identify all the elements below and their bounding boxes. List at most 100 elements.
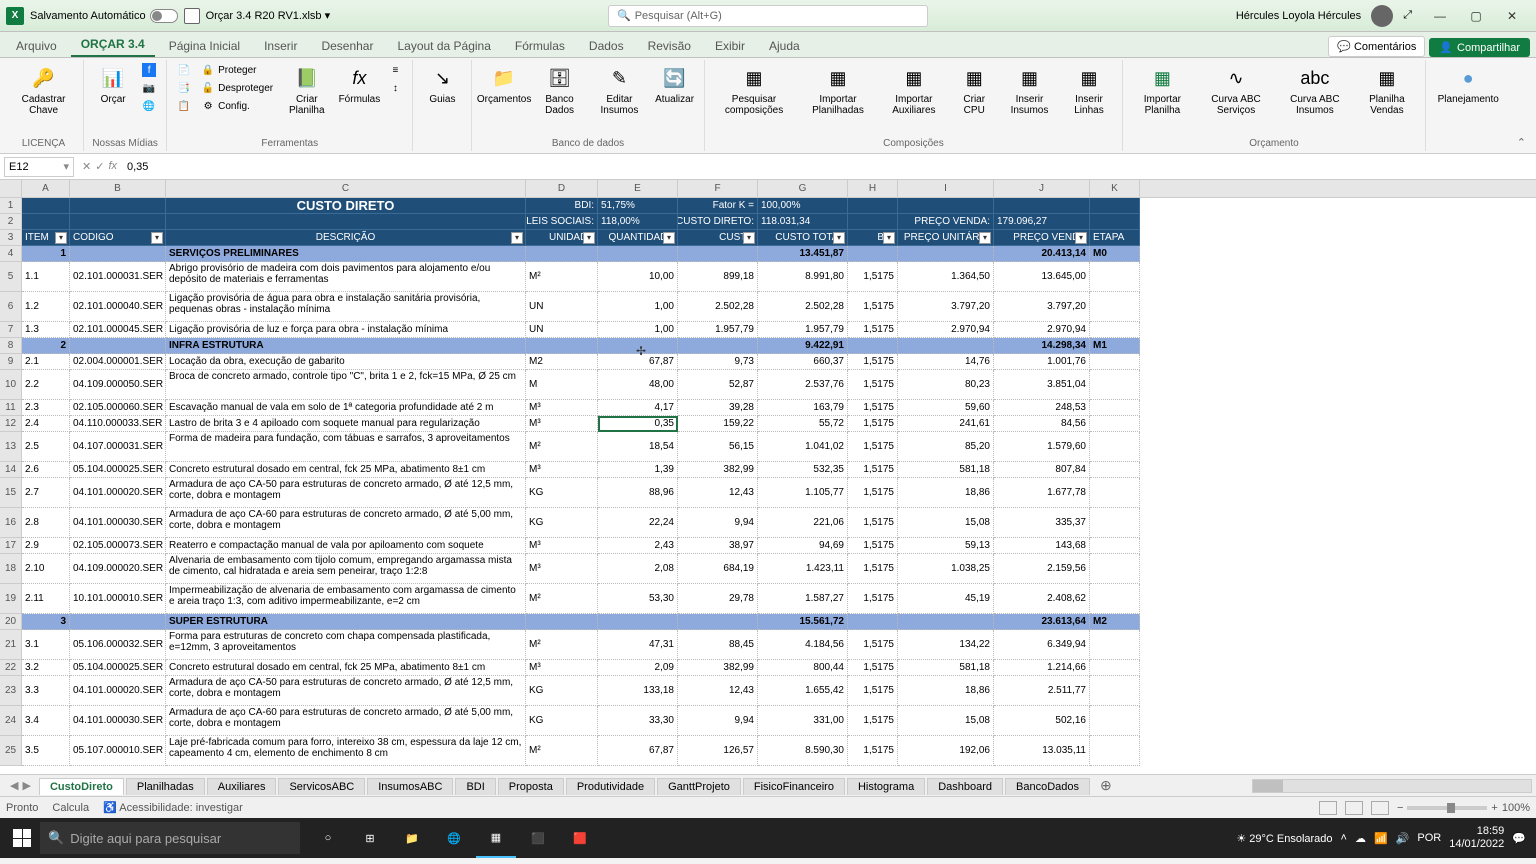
tray-up-icon[interactable]: ˄ [1341, 832, 1347, 844]
formula-input[interactable]: 0,35 [121, 161, 1536, 173]
cell[interactable]: 12,43 [678, 676, 758, 706]
cell[interactable] [1090, 508, 1140, 538]
cell[interactable]: 502,16 [994, 706, 1090, 736]
cell[interactable] [848, 338, 898, 354]
cell[interactable]: 2.4 [22, 416, 70, 432]
cell[interactable]: 2.408,62 [994, 584, 1090, 614]
cell[interactable] [1090, 538, 1140, 554]
ribbon-mode-icon[interactable]: ⤢ [1403, 9, 1412, 22]
cell[interactable]: 2 [22, 338, 70, 354]
cell[interactable] [1090, 416, 1140, 432]
row-header[interactable]: 21 [0, 630, 22, 660]
cell[interactable]: 20.413,14 [994, 246, 1090, 262]
cell[interactable]: 1,5175 [848, 416, 898, 432]
cell[interactable]: KG [526, 478, 598, 508]
row-header[interactable]: 1 [0, 198, 22, 214]
cell[interactable] [526, 614, 598, 630]
cell[interactable]: 335,37 [994, 508, 1090, 538]
cell[interactable]: M² [526, 262, 598, 292]
cell[interactable]: 143,68 [994, 538, 1090, 554]
cell[interactable] [70, 614, 166, 630]
collapse-ribbon-icon[interactable]: ⌃ [1511, 134, 1532, 151]
ribbon-tab[interactable]: Exibir [705, 35, 755, 57]
cell[interactable]: 59,13 [898, 538, 994, 554]
cell[interactable]: 1.957,79 [678, 322, 758, 338]
cell[interactable]: 1.364,50 [898, 262, 994, 292]
language-icon[interactable]: POR [1417, 832, 1441, 844]
cell[interactable]: 2.511,77 [994, 676, 1090, 706]
cell[interactable]: 1,5175 [848, 660, 898, 676]
cell[interactable]: 2.3 [22, 400, 70, 416]
sheet-tab[interactable]: GanttProjeto [657, 778, 741, 795]
cell[interactable] [1090, 462, 1140, 478]
ribbon-tab[interactable]: Dados [579, 35, 634, 57]
sheet-tab[interactable]: Proposta [498, 778, 564, 795]
clock[interactable]: 18:5914/01/2022 [1449, 825, 1504, 851]
col-custo[interactable]: CUSTO [678, 230, 758, 246]
cell[interactable] [526, 246, 598, 262]
cell[interactable]: 2.2 [22, 370, 70, 400]
cell[interactable]: 1.001,76 [994, 354, 1090, 370]
cell[interactable]: 2.7 [22, 478, 70, 508]
cell[interactable]: 1.957,79 [758, 322, 848, 338]
col-header[interactable]: A [22, 180, 70, 197]
cell[interactable]: 3.4 [22, 706, 70, 736]
criar-cpu-button[interactable]: ▦Criar CPU [953, 62, 995, 118]
cell[interactable]: M² [526, 736, 598, 766]
file-name[interactable]: Orçar 3.4 R20 RV1.xlsb ▾ [206, 9, 331, 22]
cell[interactable]: 382,99 [678, 462, 758, 478]
cell[interactable]: 221,06 [758, 508, 848, 538]
sheet-tab[interactable]: ServicosABC [278, 778, 365, 795]
guias-button[interactable]: ↘Guias [421, 62, 463, 107]
col-custototal[interactable]: CUSTO TOTAL [758, 230, 848, 246]
app-icon[interactable]: 🟥 [560, 818, 600, 858]
cell[interactable]: M [526, 370, 598, 400]
cell[interactable]: 04.107.000031.SER [70, 432, 166, 462]
cell[interactable]: 2.1 [22, 354, 70, 370]
select-all-corner[interactable] [0, 180, 22, 197]
cell[interactable]: 2.6 [22, 462, 70, 478]
cell[interactable]: 1,5175 [848, 322, 898, 338]
cell[interactable] [848, 614, 898, 630]
col-quantidade[interactable]: QUANTIDADE [598, 230, 678, 246]
cell[interactable]: 2.9 [22, 538, 70, 554]
cell[interactable]: 2.8 [22, 508, 70, 538]
cell[interactable] [1090, 322, 1140, 338]
cell[interactable]: 163,79 [758, 400, 848, 416]
cell[interactable]: 807,84 [994, 462, 1090, 478]
task-view-icon[interactable]: ⊞ [350, 818, 390, 858]
cell[interactable]: 9,94 [678, 508, 758, 538]
cell[interactable]: Escavação manual de vala em solo de 1ª c… [166, 400, 526, 416]
add-sheet-button[interactable]: ⊕ [1092, 777, 1120, 794]
sheet-tab[interactable]: BDI [455, 778, 495, 795]
cell[interactable]: 88,45 [678, 630, 758, 660]
cell[interactable]: 2.502,28 [678, 292, 758, 322]
cell[interactable]: 29,78 [678, 584, 758, 614]
col-header[interactable]: D [526, 180, 598, 197]
row-header[interactable]: 9 [0, 354, 22, 370]
cell[interactable]: 2.159,56 [994, 554, 1090, 584]
row-header[interactable]: 6 [0, 292, 22, 322]
row-header[interactable]: 7 [0, 322, 22, 338]
notifications-icon[interactable]: 💬 [1512, 832, 1526, 845]
col-precovenda[interactable]: PREÇO VENDA [994, 230, 1090, 246]
col-header[interactable]: K [1090, 180, 1140, 197]
cell[interactable]: SERVIÇOS PRELIMINARES [166, 246, 526, 262]
row-header[interactable]: 18 [0, 554, 22, 584]
importar-planilha-button[interactable]: ▦Importar Planilha [1131, 62, 1193, 118]
zoom-in-icon[interactable]: + [1491, 802, 1497, 814]
cell[interactable]: Ligação provisória de água para obra e i… [166, 292, 526, 322]
cell[interactable]: 04.110.000033.SER [70, 416, 166, 432]
col-header[interactable]: H [848, 180, 898, 197]
cell[interactable]: 1.3 [22, 322, 70, 338]
cell[interactable] [1090, 292, 1140, 322]
cell[interactable]: 18,86 [898, 478, 994, 508]
cell[interactable] [1090, 400, 1140, 416]
inserir-linhas-button[interactable]: ▦Inserir Linhas [1064, 62, 1115, 118]
cell[interactable]: 1,5175 [848, 706, 898, 736]
cell[interactable]: 4.184,56 [758, 630, 848, 660]
taskbar-search[interactable]: 🔍 Digite aqui para pesquisar [40, 822, 300, 854]
proteger-button[interactable]: 🔒Proteger [199, 62, 275, 78]
cell[interactable]: 1.579,60 [994, 432, 1090, 462]
col-header[interactable]: F [678, 180, 758, 197]
